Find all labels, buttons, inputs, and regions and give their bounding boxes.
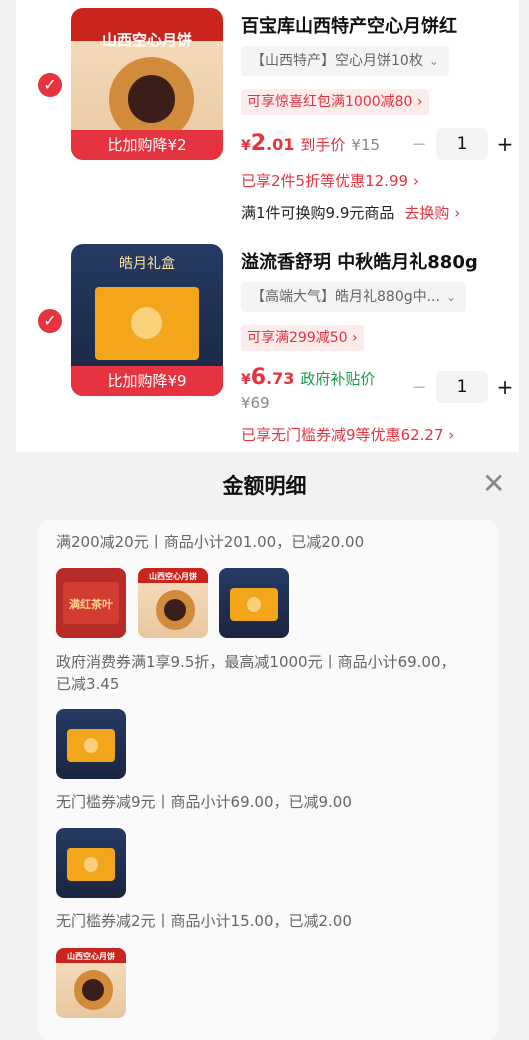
- mooncake-icon: [155, 590, 195, 630]
- section2-text: 政府消费券满1享9.5折，最高减1000元丨商品小计69.00，已减3.45: [56, 653, 456, 693]
- item1-orig-price: ¥15: [351, 136, 381, 154]
- item2-select-check-icon[interactable]: ✓: [38, 309, 62, 333]
- cart-left-edge: [0, 0, 16, 452]
- item2-spec-selector[interactable]: 【高端大气】皓月礼880g中... ⌄: [241, 282, 467, 312]
- item2-product-image[interactable]: 皓月礼盒 比加购降¥9: [71, 244, 223, 396]
- chevron-right-icon: ›: [352, 330, 358, 346]
- chevron-down-icon: ⌄: [445, 290, 457, 304]
- item1-select-check-icon[interactable]: ✓: [38, 73, 62, 97]
- chevron-right-icon: ›: [412, 172, 419, 190]
- mooncake-icon: [73, 970, 113, 1010]
- close-icon[interactable]: ✕: [482, 470, 505, 498]
- item2-title[interactable]: 溢流香舒玥 中秋皓月礼880g: [241, 248, 521, 274]
- cart-right-edge: [519, 0, 529, 452]
- item1-cheaper-badge: 比加购降¥2: [71, 130, 223, 160]
- item2-quantity-stepper: − 1 +: [408, 371, 516, 403]
- item2-offer-link[interactable]: 已享无门槛券减9等优惠62.27 ›: [241, 424, 454, 445]
- giftbox-icon: [95, 286, 199, 360]
- chevron-right-icon: ›: [448, 426, 455, 444]
- section1-image-tea: 满红茶叶: [56, 568, 126, 638]
- item2-price-yen: ¥: [241, 372, 251, 388]
- minus-icon[interactable]: −: [408, 377, 430, 398]
- item1-price: ¥2.01 到手价 ¥15: [241, 131, 380, 156]
- section4-text: 无门槛券减2元丨商品小计15.00，已减2.00: [56, 912, 352, 930]
- item1-swap-text: 满1件可换购9.9元商品: [241, 204, 395, 222]
- section2-image-giftbox: [56, 709, 126, 779]
- item2-price-tag: 政府补贴价: [300, 370, 376, 388]
- image-header: 山西空心月饼: [149, 571, 197, 581]
- item1-price-dec: .01: [266, 135, 295, 154]
- item1-promo-tag[interactable]: 可享惊喜红包满1000减80 ›: [241, 89, 429, 115]
- item2-price: ¥6.73 政府补贴价: [241, 365, 375, 390]
- minus-icon[interactable]: −: [408, 134, 430, 155]
- item2-spec-text: 【高端大气】皓月礼880g中...: [251, 289, 440, 305]
- mooncake-icon: [109, 56, 195, 142]
- plus-icon[interactable]: +: [494, 375, 516, 399]
- item1-price-tag: 到手价: [300, 136, 346, 154]
- item2-offer-text: 已享无门槛券减9等优惠62.27: [241, 426, 444, 444]
- item1-spec-selector[interactable]: 【山西特产】空心月饼10枚 ⌄: [241, 46, 449, 76]
- section3-image-giftbox: [56, 828, 126, 898]
- item2-price-dec: .73: [266, 369, 295, 388]
- item1-swap-link[interactable]: 去换购 ›: [404, 204, 460, 222]
- item1-product-image[interactable]: 山西空心月饼 比加购降¥2: [71, 8, 223, 160]
- item1-swap-link-text: 去换购: [404, 204, 450, 222]
- item1-price-yen: ¥: [241, 138, 251, 154]
- section1-image-mooncake: 山西空心月饼: [138, 568, 208, 638]
- item2-image-header: 皓月礼盒: [119, 256, 175, 273]
- item1-qty-input[interactable]: 1: [436, 128, 488, 160]
- section4-image-mooncake: 山西空心月饼: [56, 948, 126, 1018]
- section1-text: 满200减20元丨商品小计201.00，已减20.00: [56, 533, 365, 551]
- item2-cheaper-badge: 比加购降¥9: [71, 366, 223, 396]
- giftbox-icon: [67, 847, 115, 882]
- chevron-right-icon: ›: [416, 94, 423, 110]
- section1-image-giftbox: [219, 568, 289, 638]
- giftbox-icon: [230, 587, 278, 622]
- item1-offer-text: 已享2件5折等优惠12.99: [241, 172, 409, 190]
- section3-text: 无门槛券减9元丨商品小计69.00，已减9.00: [56, 793, 352, 811]
- item2-orig-price: ¥69: [241, 394, 270, 412]
- item2-qty-input[interactable]: 1: [436, 371, 488, 403]
- giftbox-icon: [67, 728, 115, 763]
- item2-promo-tag[interactable]: 可享满299减50 ›: [241, 325, 364, 351]
- item1-promo-text: 可享惊喜红包满1000减80: [247, 94, 413, 110]
- chevron-down-icon: ⌄: [428, 54, 439, 68]
- item1-title[interactable]: 百宝库山西特产空心月饼红: [241, 12, 521, 38]
- item1-image-header: 山西空心月饼: [101, 31, 192, 50]
- item1-price-int: 2: [250, 131, 267, 156]
- gift-label: 满红茶叶: [69, 598, 113, 611]
- item1-quantity-stepper: − 1 +: [408, 128, 516, 160]
- plus-icon[interactable]: +: [494, 132, 516, 156]
- image-header: 山西空心月饼: [67, 951, 115, 961]
- item1-spec-text: 【山西特产】空心月饼10枚: [251, 53, 423, 69]
- item2-price-int: 6: [250, 365, 267, 390]
- item1-offer-link[interactable]: 已享2件5折等优惠12.99 ›: [241, 170, 419, 191]
- item1-swap-row: 满1件可换购9.9元商品 去换购 ›: [241, 202, 460, 223]
- cart-panel: ✓ 山西空心月饼 比加购降¥2 百宝库山西特产空心月饼红 【山西特产】空心月饼1…: [0, 0, 529, 452]
- item2-promo-text: 可享满299减50: [247, 330, 348, 346]
- sheet-title: 金额明细: [222, 474, 307, 498]
